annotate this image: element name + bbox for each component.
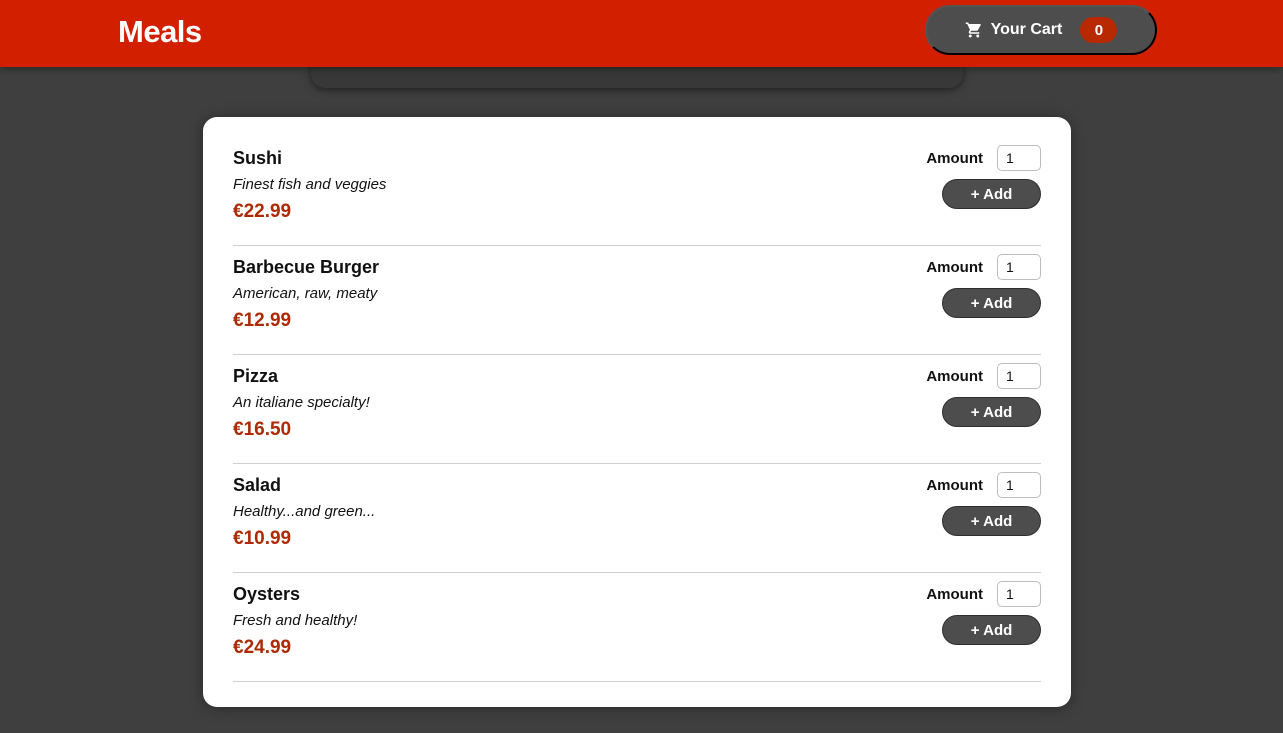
meals-list: Sushi Finest fish and veggies €22.99 Amo… [203, 117, 1071, 707]
meal-name: Oysters [233, 584, 301, 604]
cart-icon [965, 21, 983, 39]
meal-name: Sushi [233, 148, 283, 168]
meal-price: €10.99 [233, 528, 292, 549]
meal-price: €16.50 [233, 419, 292, 440]
amount-label: Amount [926, 368, 983, 385]
meal-price: €12.99 [233, 310, 292, 331]
amount-input[interactable] [997, 145, 1041, 171]
meal-item: Pizza An italiane specialty! €16.50 Amou… [233, 355, 1041, 464]
amount-input[interactable] [997, 581, 1041, 607]
meal-name: Salad [233, 475, 282, 495]
meal-description: American, raw, meaty [233, 285, 378, 302]
app-header: Meals Your Cart 0 [0, 0, 1283, 67]
add-button[interactable]: + Add [942, 506, 1041, 536]
amount-input[interactable] [997, 363, 1041, 389]
app-title: Meals [118, 14, 202, 49]
meal-description: Fresh and healthy! [233, 612, 358, 629]
meal-description: Healthy...and green... [233, 503, 376, 520]
meal-price: €24.99 [233, 637, 292, 658]
amount-label: Amount [926, 586, 983, 603]
add-button[interactable]: + Add [942, 288, 1041, 318]
cart-label: Your Cart [990, 21, 1063, 38]
amount-label: Amount [926, 150, 983, 167]
meal-item: Sushi Finest fish and veggies €22.99 Amo… [233, 137, 1041, 246]
meal-name: Pizza [233, 366, 279, 386]
add-button[interactable]: + Add [942, 615, 1041, 645]
meal-name: Barbecue Burger [233, 257, 380, 277]
meal-description: Finest fish and veggies [233, 176, 387, 193]
amount-label: Amount [926, 477, 983, 494]
meal-item: Salad Healthy...and green... €10.99 Amou… [233, 464, 1041, 573]
add-button[interactable]: + Add [942, 179, 1041, 209]
amount-label: Amount [926, 259, 983, 276]
meal-item: Oysters Fresh and healthy! €24.99 Amount… [233, 573, 1041, 682]
cart-button[interactable]: Your Cart 0 [925, 5, 1157, 55]
amount-input[interactable] [997, 472, 1041, 498]
cart-count-badge: 0 [1080, 17, 1118, 43]
meal-description: An italiane specialty! [233, 394, 370, 411]
add-button[interactable]: + Add [942, 397, 1041, 427]
amount-input[interactable] [997, 254, 1041, 280]
meal-price: €22.99 [233, 201, 292, 222]
meal-item: Barbecue Burger American, raw, meaty €12… [233, 246, 1041, 355]
